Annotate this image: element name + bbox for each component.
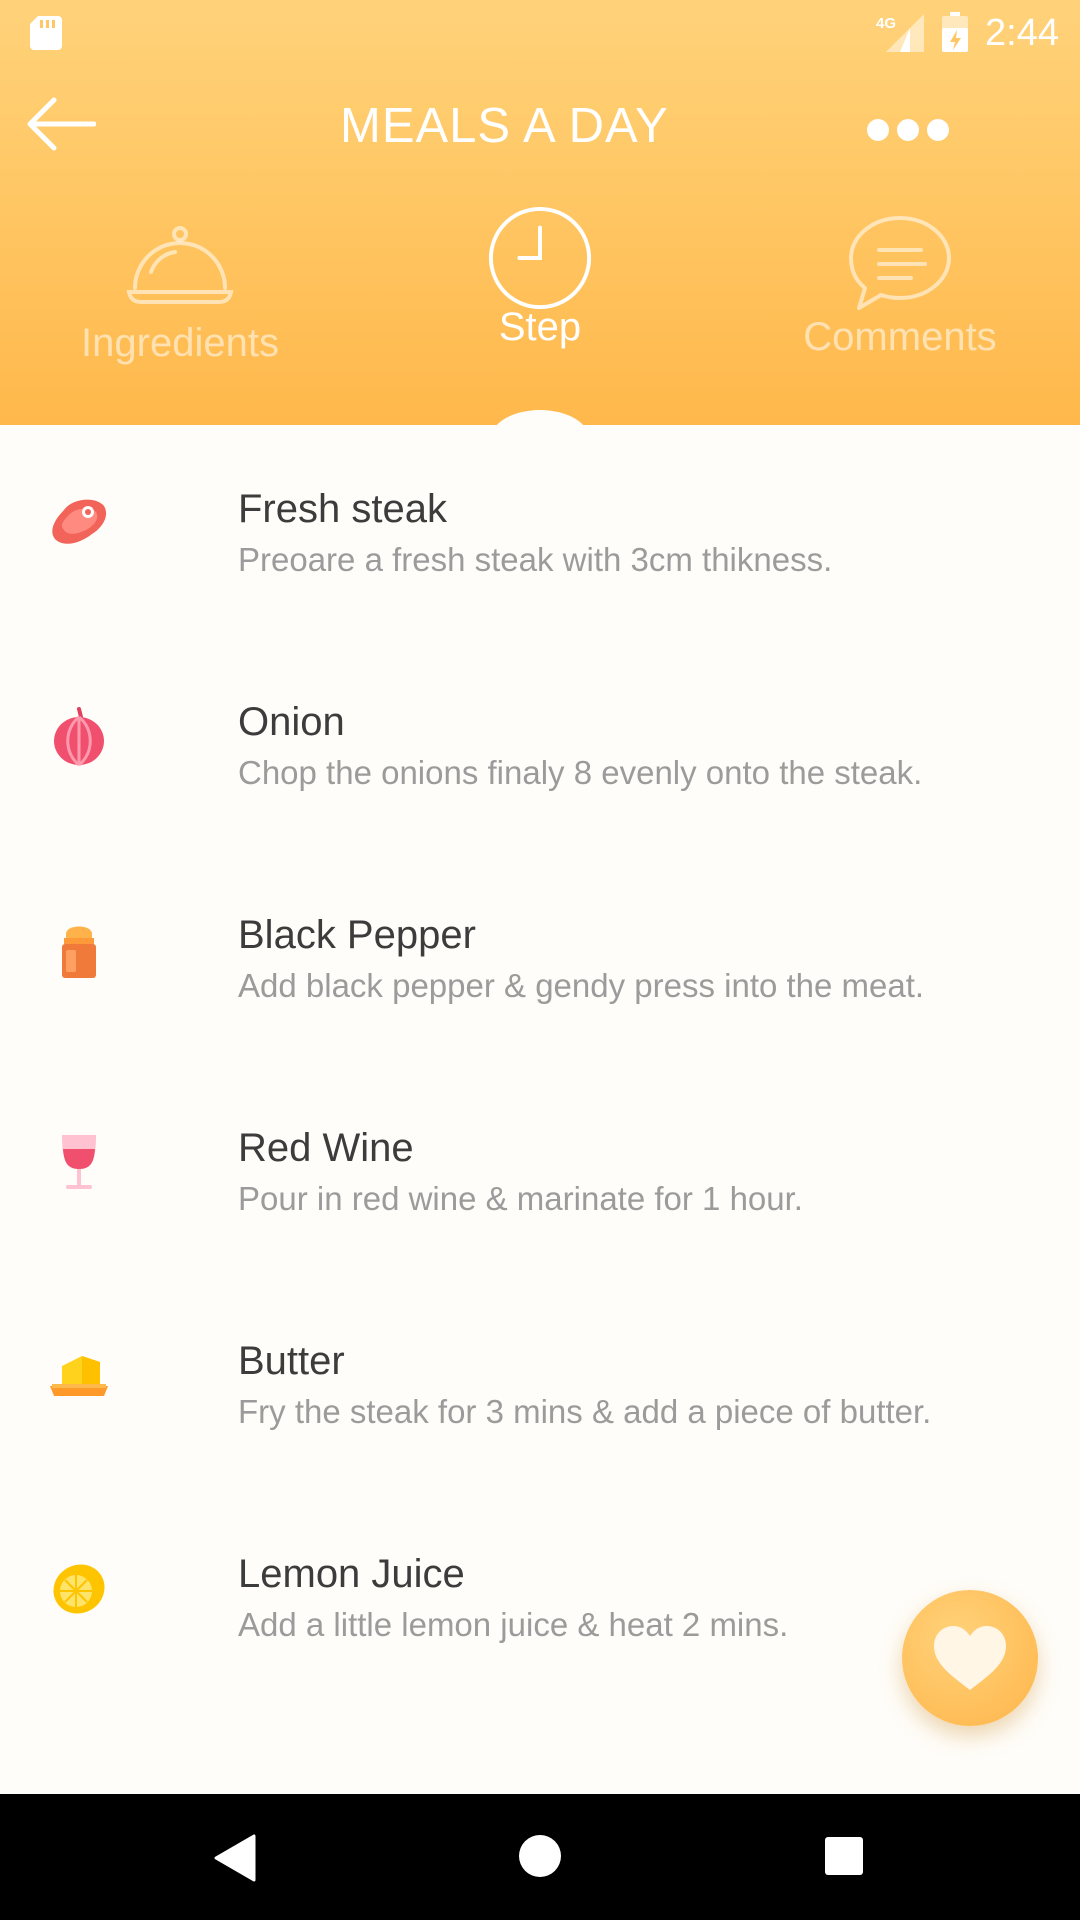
step-description: Chop the onions finaly 8 evenly onto the…: [238, 754, 923, 791]
back-arrow-icon[interactable]: [24, 94, 96, 154]
tab-step-label: Step: [498, 305, 582, 349]
tab-comments-label: Comments: [803, 315, 997, 359]
step-title: Black Pepper: [238, 913, 476, 957]
more-options-icon[interactable]: [860, 110, 956, 150]
step-item[interactable]: Red Wine Pour in red wine & marinate for…: [0, 1079, 1080, 1292]
step-title: Onion: [238, 700, 345, 744]
recipe-steps-screen: 4G 2:44 MEALS A DAY Ingredients Step Com…: [0, 0, 1080, 1920]
step-item[interactable]: Butter Fry the steak for 3 mins & add a …: [0, 1292, 1080, 1505]
step-title: Red Wine: [238, 1126, 414, 1170]
network-type: 4G: [876, 15, 896, 32]
step-title: Butter: [238, 1339, 345, 1383]
step-item[interactable]: Fresh steak Preoare a fresh steak with 3…: [0, 440, 1080, 653]
clock-icon: [488, 206, 592, 310]
tab-ingredients[interactable]: Ingredients: [30, 220, 330, 390]
step-description: Add black pepper & gendy press into the …: [238, 967, 925, 1004]
pepper-shaker-icon: [62, 926, 96, 978]
system-navigation-bar: [0, 1794, 1080, 1920]
step-description: Fry the steak for 3 mins & add a piece o…: [238, 1393, 932, 1430]
nav-recent-apps-icon[interactable]: [824, 1836, 864, 1876]
heart-icon: [934, 1626, 1006, 1690]
battery-charging-icon: [942, 12, 968, 52]
signal-icon: 4G: [876, 14, 924, 52]
step-title: Lemon Juice: [238, 1552, 465, 1596]
butter-icon: [50, 1356, 108, 1396]
steps-list: Fresh steak Preoare a fresh steak with 3…: [0, 440, 1080, 1718]
nav-back-icon[interactable]: [214, 1834, 258, 1882]
onion-icon: [54, 707, 104, 767]
step-description: Preoare a fresh steak with 3cm thikness.: [238, 541, 833, 578]
lemon-icon: [53, 1564, 105, 1614]
nav-home-icon[interactable]: [518, 1834, 562, 1878]
tab-ingredients-label: Ingredients: [81, 321, 279, 365]
tab-comments[interactable]: Comments: [750, 216, 1050, 390]
step-item[interactable]: Black Pepper Add black pepper & gendy pr…: [0, 866, 1080, 1079]
page-title: MEALS A DAY: [340, 99, 669, 153]
step-title: Fresh steak: [238, 487, 447, 531]
favorite-button[interactable]: [902, 1590, 1038, 1726]
chat-bubble-icon: [849, 216, 951, 310]
step-description: Pour in red wine & marinate for 1 hour.: [238, 1180, 803, 1217]
steak-icon: [52, 499, 107, 544]
status-time: 2:44: [985, 12, 1059, 54]
status-bar: 4G 2:44: [0, 0, 1080, 66]
cloche-icon: [126, 226, 234, 304]
wine-glass-icon: [62, 1135, 96, 1189]
step-item[interactable]: Onion Chop the onions finaly 8 evenly on…: [0, 653, 1080, 866]
sd-card-icon: [30, 16, 62, 50]
step-description: Add a little lemon juice & heat 2 mins.: [238, 1606, 789, 1643]
tab-step[interactable]: Step: [390, 206, 690, 390]
